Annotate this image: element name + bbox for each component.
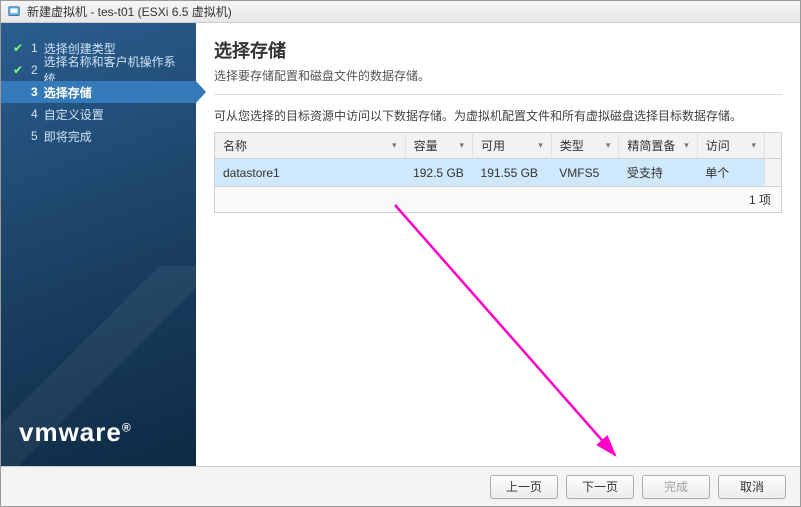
window-title: 新建虚拟机 - tes-t01 (ESXi 6.5 虚拟机) [27, 3, 232, 20]
step-finish: 5 即将完成 [1, 125, 196, 147]
step-num: 1 [31, 41, 38, 55]
page-title: 选择存储 [214, 37, 782, 63]
check-icon [13, 130, 25, 142]
cell-free: 191.55 GB [473, 159, 552, 187]
cell-capacity: 192.5 GB [405, 159, 472, 187]
instruction-text: 可从您选择的目标资源中访问以下数据存储。为虚拟机配置文件和所有虚拟磁盘选择目标数… [214, 107, 782, 124]
table-header-row: 名称▾ 容量▾ 可用▾ 类型▾ 精简置备▾ 访问▾ [215, 133, 781, 159]
step-label: 自定义设置 [44, 106, 104, 123]
col-capacity[interactable]: 容量▾ [405, 133, 472, 159]
next-button[interactable]: 下一页 [566, 475, 634, 499]
step-num: 4 [31, 107, 38, 121]
page-subtitle: 选择要存储配置和磁盘文件的数据存储。 [214, 67, 782, 84]
chevron-down-icon: ▾ [751, 140, 756, 151]
wizard-window: 新建虚拟机 - tes-t01 (ESXi 6.5 虚拟机) ✔ 1 选择创建类… [0, 0, 801, 507]
chevron-down-icon: ▾ [392, 140, 397, 151]
table-footer: 1 项 [215, 187, 781, 213]
col-free[interactable]: 可用▾ [473, 133, 552, 159]
cancel-button[interactable]: 取消 [718, 475, 786, 499]
col-access[interactable]: 访问▾ [697, 133, 764, 159]
steps-list: ✔ 1 选择创建类型 ✔ 2 选择名称和客户机操作系统 3 选择存储 4 [1, 23, 196, 147]
chevron-down-icon: ▾ [460, 140, 465, 151]
cell-access: 单个 [697, 159, 764, 187]
step-storage[interactable]: 3 选择存储 [1, 81, 196, 103]
step-label: 选择存储 [44, 84, 92, 101]
titlebar: 新建虚拟机 - tes-t01 (ESXi 6.5 虚拟机) [1, 1, 800, 23]
chevron-down-icon: ▾ [606, 140, 611, 151]
step-name-os[interactable]: ✔ 2 选择名称和客户机操作系统 [1, 59, 196, 81]
wizard-sidebar: ✔ 1 选择创建类型 ✔ 2 选择名称和客户机操作系统 3 选择存储 4 [1, 23, 196, 466]
table-row[interactable]: datastore1 192.5 GB 191.55 GB VMFS5 受支持 … [215, 159, 781, 187]
cell-type: VMFS5 [551, 159, 619, 187]
wizard-body: ✔ 1 选择创建类型 ✔ 2 选择名称和客户机操作系统 3 选择存储 4 [1, 23, 800, 466]
vmware-logo: vmware® [1, 417, 196, 466]
col-thin[interactable]: 精简置备▾ [619, 133, 697, 159]
step-label: 即将完成 [44, 128, 92, 145]
wizard-footer: 上一页 下一页 完成 取消 [1, 466, 800, 506]
chevron-down-icon: ▾ [538, 140, 543, 151]
step-num: 2 [31, 63, 38, 77]
step-customize: 4 自定义设置 [1, 103, 196, 125]
row-count: 1 项 [215, 187, 781, 213]
annotation-arrow [390, 200, 630, 470]
cell-thin: 受支持 [619, 159, 697, 187]
col-type[interactable]: 类型▾ [551, 133, 619, 159]
chevron-down-icon: ▾ [684, 140, 689, 151]
check-icon [13, 86, 25, 98]
step-num: 5 [31, 129, 38, 143]
wizard-main: 选择存储 选择要存储配置和磁盘文件的数据存储。 可从您选择的目标资源中访问以下数… [196, 23, 800, 466]
scrollbar[interactable] [765, 159, 782, 187]
check-icon [13, 108, 25, 120]
step-num: 3 [31, 85, 38, 99]
check-icon: ✔ [13, 42, 25, 54]
col-name[interactable]: 名称▾ [215, 133, 405, 159]
check-icon: ✔ [13, 64, 25, 76]
cell-name: datastore1 [215, 159, 405, 187]
vm-icon [7, 5, 21, 19]
finish-button: 完成 [642, 475, 710, 499]
scroll-stub [765, 133, 782, 159]
datastore-table: 名称▾ 容量▾ 可用▾ 类型▾ 精简置备▾ 访问▾ datastore1 19 [214, 132, 782, 213]
back-button[interactable]: 上一页 [490, 475, 558, 499]
